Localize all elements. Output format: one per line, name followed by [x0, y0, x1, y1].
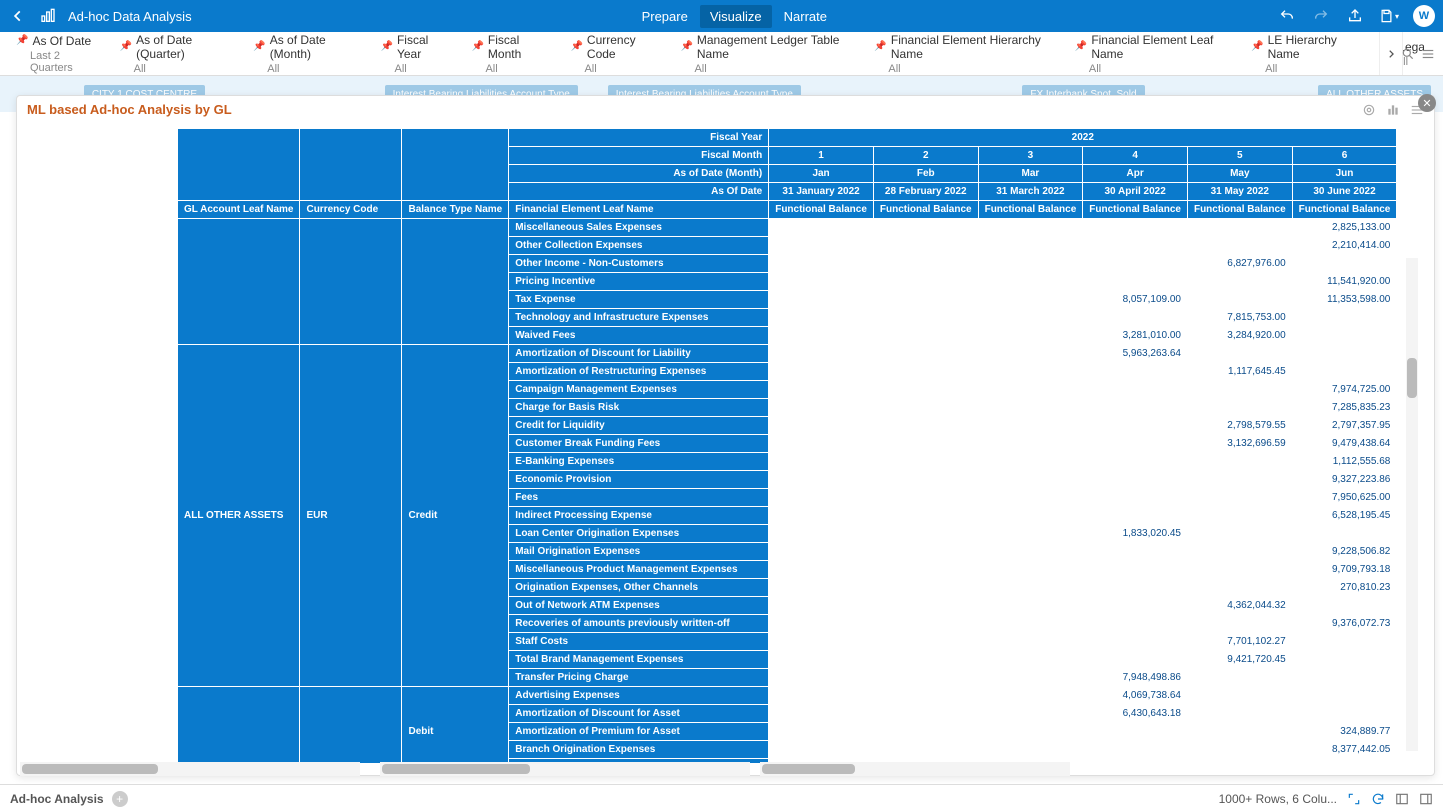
pin-icon: 📌: [471, 41, 483, 52]
filter-value: All: [381, 63, 446, 75]
page-title: Ad-hoc Data Analysis: [68, 9, 192, 24]
filter-fiscal-month[interactable]: 📌 Fiscal Month All: [463, 32, 562, 75]
save-button[interactable]: ▾: [1379, 6, 1399, 26]
filter-value: All: [120, 63, 228, 75]
filter-value: All: [680, 63, 848, 75]
pin-icon: 📌: [16, 35, 28, 46]
layout-left-icon[interactable]: [1395, 792, 1409, 806]
filter-label: Management Ledger Table Name: [697, 33, 849, 61]
target-icon[interactable]: [1362, 103, 1376, 117]
filter-label: Financial Element Hierarchy Name: [891, 33, 1049, 61]
filter-financial-element-hierarchy-name[interactable]: 📌 Financial Element Hierarchy Name All: [866, 32, 1066, 75]
analysis-panel: ✕ ML based Ad-hoc Analysis by GL Fiscal …: [16, 95, 1435, 776]
pin-icon: 📌: [570, 41, 582, 52]
pin-icon: 📌: [874, 41, 886, 52]
panel-title: ML based Ad-hoc Analysis by GL: [27, 102, 232, 117]
filter-fiscal-year[interactable]: 📌 Fiscal Year All: [373, 32, 464, 75]
add-sheet-button[interactable]: +: [112, 791, 128, 807]
table-row[interactable]: ALL OTHER ASSETSEURCreditAmortization of…: [178, 345, 1397, 363]
pin-icon: 📌: [120, 41, 132, 52]
refresh-icon[interactable]: [1371, 792, 1385, 806]
filter-label: Currency Code: [587, 33, 655, 61]
filter-search-icon[interactable]: [1401, 47, 1415, 61]
filter-currency-code[interactable]: 📌 Currency Code All: [562, 32, 672, 75]
filter-as-of-date-month-[interactable]: 📌 As of Date (Month) All: [245, 32, 372, 75]
filter-financial-element-leaf-name[interactable]: 📌 Financial Element Leaf Name All: [1067, 32, 1243, 75]
filter-label: LE Hierarchy Name: [1268, 33, 1356, 61]
filter-value: All: [253, 63, 354, 75]
undo-button[interactable]: [1277, 6, 1297, 26]
filter-label: As of Date (Quarter): [136, 33, 227, 61]
filter-as-of-date-quarter-[interactable]: 📌 As of Date (Quarter) All: [112, 32, 246, 75]
vertical-scrollbar[interactable]: [1406, 258, 1418, 751]
redo-button[interactable]: [1311, 6, 1331, 26]
status-text: 1000+ Rows, 6 Colu...: [1219, 792, 1337, 806]
mode-tab-prepare[interactable]: Prepare: [632, 5, 698, 28]
filter-label: Fiscal Month: [488, 33, 545, 61]
filter-management-ledger-table-name[interactable]: 📌 Management Ledger Table Name All: [672, 32, 866, 75]
filter-label: As Of Date: [32, 34, 91, 48]
pin-icon: 📌: [381, 41, 393, 52]
pin-icon: 📌: [1075, 41, 1087, 52]
chart-type-icon[interactable]: [1386, 103, 1400, 117]
hscroll-1[interactable]: [20, 762, 360, 776]
app-header: Ad-hoc Data Analysis PrepareVisualizeNar…: [0, 0, 1443, 32]
pin-icon: 📌: [680, 41, 692, 52]
back-button[interactable]: [8, 6, 28, 26]
footer-bar: Ad-hoc Analysis + 1000+ Rows, 6 Colu...: [0, 784, 1443, 812]
hscroll-3[interactable]: [760, 762, 1070, 776]
filter-label: As of Date (Month): [270, 33, 355, 61]
filter-value: All: [570, 63, 654, 75]
expand-icon[interactable]: [1347, 792, 1361, 806]
filter-value: All: [1251, 63, 1356, 75]
sheet-tab[interactable]: Ad-hoc Analysis: [10, 792, 104, 806]
filter-value: All: [471, 63, 544, 75]
filter-le-hierarchy-name[interactable]: 📌 LE Hierarchy Name All: [1243, 32, 1374, 75]
pin-icon: 📌: [253, 41, 265, 52]
user-avatar[interactable]: W: [1413, 5, 1435, 27]
table-row[interactable]: DebitAdvertising Expenses4,069,738.64: [178, 687, 1397, 705]
pivot-table[interactable]: Fiscal Year2022Fiscal Month123456As of D…: [177, 128, 1397, 763]
layout-right-icon[interactable]: [1419, 792, 1433, 806]
filter-label: Financial Element Leaf Name: [1091, 33, 1225, 61]
filter-value: Last 2 Quarters: [16, 50, 94, 74]
share-button[interactable]: [1345, 6, 1365, 26]
mode-tab-narrate[interactable]: Narrate: [774, 5, 837, 28]
filter-as-of-date[interactable]: 📌 As Of Date Last 2 Quarters: [8, 32, 112, 75]
filter-value: All: [1075, 63, 1225, 75]
panel-close-button[interactable]: ✕: [1418, 94, 1436, 112]
hscroll-2[interactable]: [380, 762, 750, 776]
filter-bar: 📌 As Of Date Last 2 Quarters 📌 As of Date (Q…: [0, 32, 1443, 76]
filter-value: All: [874, 63, 1048, 75]
filter-menu-icon[interactable]: [1421, 47, 1435, 61]
filter-label: Fiscal Year: [397, 33, 446, 61]
mode-tab-visualize[interactable]: Visualize: [700, 5, 772, 28]
chart-icon: [38, 6, 58, 26]
pin-icon: 📌: [1251, 41, 1263, 52]
table-row[interactable]: Miscellaneous Sales Expenses2,825,133.00: [178, 219, 1397, 237]
